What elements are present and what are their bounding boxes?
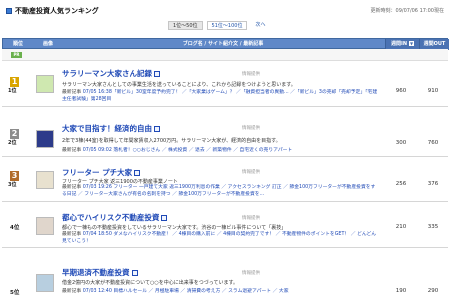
table-row: 3 3位 フリーター プチ大家 情報提供 フリーター プチ大家 返三1900の不… (2, 157, 448, 202)
info-label: 情報提供 (242, 72, 260, 77)
info-label: 情報提供 (242, 126, 260, 131)
blog-link-icon[interactable] (154, 71, 160, 77)
gold-rank-icon: 1 (10, 77, 19, 87)
blog-title-link[interactable]: 早期退済不動産投資 (62, 267, 138, 278)
latest-post-links[interactable]: 07/05 16:38「新ビル」30室年度予約完了！ ／「大家業はゲーム」？ ／… (62, 90, 377, 102)
blog-title-link[interactable]: サラリーマン大家さん記録 (62, 68, 160, 79)
latest-posts: 最新記事 07/05 09:02 落札者！○○おじさん ／ 株式投資 ／ 退去 … (62, 146, 380, 153)
weekly-in-count: 190 (395, 288, 407, 294)
latest-post-links[interactable]: 07/04 18:50 ダメなハイリスク不動産！ ／ 4棟目の購入前に ／ 4棟… (62, 232, 376, 244)
latest-posts: 最新記事 07/04 18:50 ダメなハイリスク不動産！ ／ 4棟目の購入前に… (62, 231, 380, 247)
info-label: 情報提供 (242, 170, 260, 175)
rank-label: 3位 (8, 182, 17, 188)
info-label: 情報提供 (242, 216, 260, 221)
weekly-in-count: 960 (395, 88, 407, 94)
blog-title: 都心でハイリスク不動産投資 (62, 213, 160, 222)
rank-label: 5位 (10, 290, 20, 296)
latest-posts: 最新記事 07/03 12:40 目標ハルセール ／ 月極駐車場 ／ 清掃費の考… (62, 287, 380, 294)
blog-link-icon[interactable] (131, 270, 138, 276)
blog-title-link[interactable]: 都心でハイリスク不動産投資 (62, 212, 168, 223)
info-label: 情報提供 (242, 271, 260, 276)
blog-link-icon[interactable] (161, 215, 168, 221)
blog-title: 早期退済不動産投資 (62, 268, 130, 277)
weekly-out-count: 290 (427, 288, 439, 294)
blog-thumbnail[interactable] (36, 171, 54, 189)
weekly-in-count: 256 (395, 181, 407, 187)
blog-title: フリーター プチ大家 (62, 168, 133, 177)
bronze-rank-icon: 3 (10, 171, 19, 181)
weekly-in-count: 210 (395, 224, 407, 230)
table-row: 5位 早期退済不動産投資 情報提供 借金2億円の大家が不動産投資について○○を中… (2, 248, 448, 300)
blog-link-icon[interactable] (134, 170, 141, 176)
latest-posts: 最新記事 07/03 19:26 フリーター 一戸建て大家 返三1900万利息の… (62, 184, 380, 200)
latest-post-links[interactable]: 07/03 12:40 目標ハルセール ／ 月極駐車場 ／ 清掃費の考え方 ／ … (83, 289, 289, 294)
latest-label: 最新記事 (62, 289, 82, 294)
page-tab-1-50[interactable]: 1位〜50位 (168, 20, 203, 30)
blog-description: 都心で一棟もの不動産投資をしているサラリーマン大家です。渋谷の一棟ビル事件につい… (62, 225, 287, 231)
rank-label: 4位 (10, 225, 20, 231)
table-header: 順位 画像 ブログ名 / サイト紹介文 / 最新記事 週間IN ▼ 週間OUT (2, 38, 449, 50)
page-tab-51-100[interactable]: 51位〜100位 (206, 20, 248, 30)
silver-rank-icon: 2 (10, 129, 19, 139)
latest-label: 最新記事 (62, 148, 82, 153)
rank-label: 1位 (8, 88, 17, 94)
table-row: 4位 都心でハイリスク不動産投資 情報提供 都心で一棟もの不動産投資をしているサ… (2, 202, 448, 248)
blog-thumbnail[interactable] (36, 217, 54, 235)
blog-thumbnail[interactable] (36, 130, 54, 148)
weekly-in-count: 300 (395, 140, 407, 146)
latest-posts: 最新記事 07/05 16:38「新ビル」30室年度予約完了！ ／「大家業はゲー… (62, 89, 380, 105)
blog-title-link[interactable]: 大家で目指す！経済的自由 (62, 123, 160, 134)
blog-title-link[interactable]: フリーター プチ大家 (62, 167, 141, 178)
rank-cell: 1 1位 (8, 77, 32, 94)
blog-link-icon[interactable] (154, 126, 160, 132)
latest-label: 最新記事 (62, 185, 82, 190)
pr-badge: PR (11, 52, 22, 58)
latest-label: 最新記事 (62, 232, 82, 237)
latest-label: 最新記事 (62, 90, 82, 95)
pagination: 1位〜50位 51位〜100位 次へ (168, 20, 269, 30)
latest-post-links[interactable]: 07/03 19:26 フリーター 一戸建て大家 返三1900万利息の作業 ／ … (62, 185, 375, 197)
blog-title: サラリーマン大家さん記録 (62, 69, 152, 78)
table-row: 2 2位 大家で目指す！経済的自由 情報提供 2年で3棟(44室)を取得して年間… (2, 107, 448, 157)
pr-bar: PR (2, 49, 448, 61)
ranking-icon (6, 8, 12, 14)
weekly-out-count: 335 (427, 224, 439, 230)
blog-description: サラリーマン大家さんとしての事業生活を送っていることにより、これから記録をつけよ… (62, 82, 296, 88)
table-row: 1 1位 サラリーマン大家さん記録 情報提供 サラリーマン大家さんとしての事業生… (2, 61, 448, 107)
latest-post-links[interactable]: 07/05 09:02 落札者！○○おじさん ／ 株式投資 ／ 退去 ／ 新築物… (83, 148, 292, 153)
rank-cell: 2 2位 (8, 129, 32, 146)
rank-label: 2位 (8, 140, 17, 146)
blog-thumbnail[interactable] (36, 75, 54, 93)
column-header-in-label: 週間IN (390, 41, 408, 47)
sort-icon[interactable]: ▼ (409, 41, 415, 46)
weekly-out-count: 760 (427, 140, 439, 146)
blog-thumbnail[interactable] (36, 274, 54, 292)
weekly-out-count: 910 (427, 88, 439, 94)
column-header-out-label: 週間OUT (423, 41, 446, 47)
blog-description: 2年で3棟(44室)を取得して年間家賃収入2700万円。サラリーマン大家が、経済… (62, 138, 281, 144)
rank-cell: 3 3位 (8, 171, 32, 188)
blog-title: 大家で目指す！経済的自由 (62, 124, 152, 133)
blog-description: 借金2億円の大家が不動産投資について○○を中心に出来事をつづっています。 (62, 280, 239, 286)
next-page-link[interactable]: 次へ (251, 21, 269, 29)
updated-timestamp: 更新時刻：09/07/06 17:00現在 (370, 8, 444, 14)
page-title: 不動産投資人気ランキング (15, 7, 99, 15)
weekly-out-count: 376 (427, 181, 439, 187)
